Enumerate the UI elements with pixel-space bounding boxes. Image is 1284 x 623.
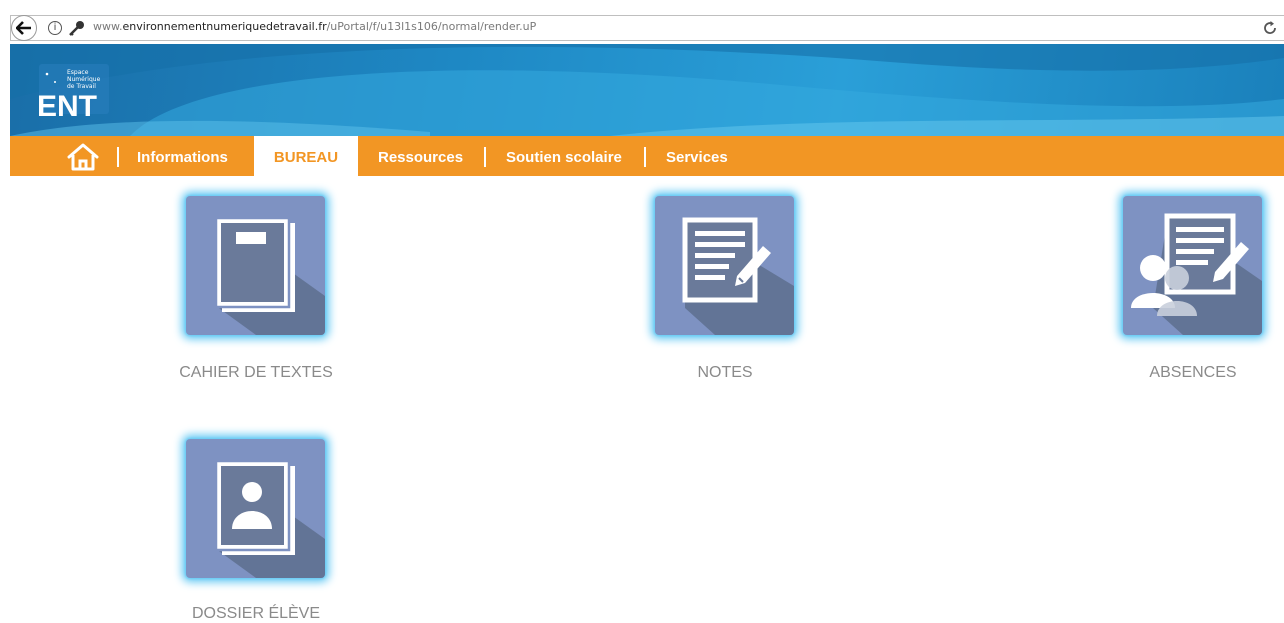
nav-separator [117,147,119,167]
tile-absences-box[interactable] [1123,196,1262,335]
nav-separator [484,147,486,167]
url-domain: environnementnumeriquedetravail.fr [122,20,327,33]
reload-icon[interactable] [1262,20,1278,36]
tile-label[interactable]: DOSSIER ÉLÈVE [192,605,320,623]
nav-item-ressources[interactable]: Ressources [378,136,463,176]
url-text[interactable]: www.environnementnumeriquedetravail.fr/u… [93,20,536,33]
tile-label[interactable]: CAHIER DE TEXTES [179,364,333,382]
logo-line-3: de Travail [67,83,96,90]
back-icon [16,21,31,35]
nav-separator [644,147,646,167]
notebook-icon [214,216,325,335]
info-icon[interactable]: i [48,21,62,35]
tile-notes-box[interactable] [655,196,794,335]
tile-dossier-eleve-box[interactable] [186,439,325,578]
nav-item-services[interactable]: Services [666,136,728,176]
student-file-icon [214,459,325,578]
nav-item-bureau[interactable]: BUREAU [254,136,358,176]
home-icon[interactable] [66,142,100,172]
key-icon[interactable] [67,20,85,36]
header-banner: Espace Numérique de Travail ENT [10,44,1284,136]
nav-item-informations[interactable]: Informations [137,136,228,176]
logo-line-1: Espace [67,69,89,76]
document-pencil-icon [682,217,794,335]
main-nav: Informations BUREAU Ressources Soutien s… [10,136,1284,176]
header-waves [10,44,1284,136]
tile-label[interactable]: ABSENCES [1149,364,1236,382]
back-button[interactable] [11,15,37,41]
browser-toolbar: i www.environnementnumeriquedetravail.fr… [0,0,1284,44]
tile-label[interactable]: NOTES [697,364,752,382]
url-prefix: www. [93,20,123,33]
users-document-icon [1131,213,1262,335]
tile-cahier-de-textes-box[interactable] [186,196,325,335]
ent-logo: Espace Numérique de Travail ENT [37,64,109,120]
logo-line-2: Numérique [67,76,101,83]
logo-text: ENT [37,90,97,120]
url-path: /uPortal/f/u13l1s106/normal/render.uP [326,20,537,33]
nav-item-soutien-scolaire[interactable]: Soutien scolaire [506,136,622,176]
